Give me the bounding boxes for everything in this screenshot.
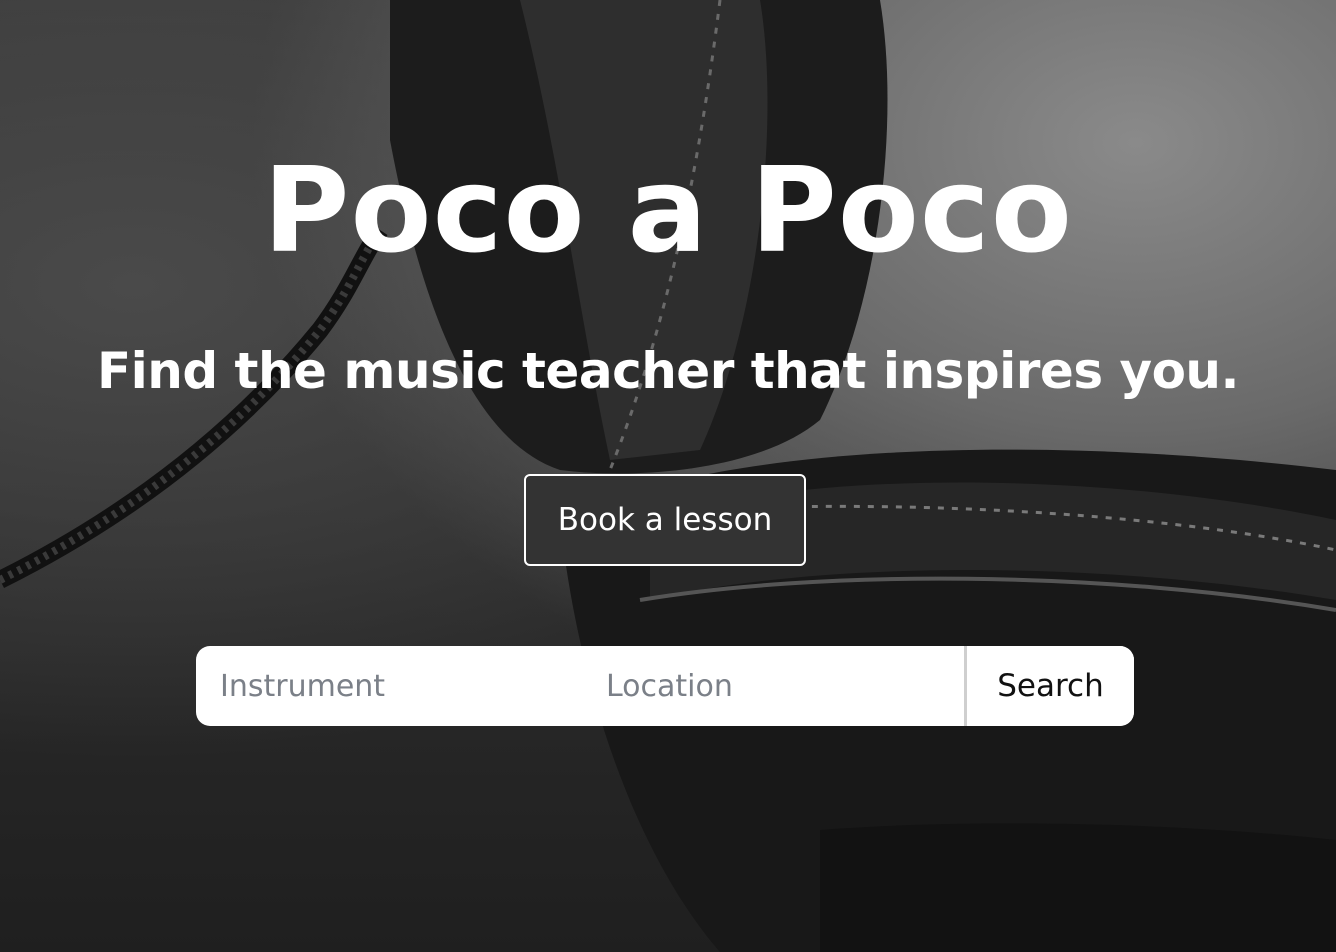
book-lesson-button[interactable]: Book a lesson <box>524 474 806 566</box>
page-title: Poco a Poco <box>263 141 1073 279</box>
search-button[interactable]: Search <box>967 646 1134 726</box>
page-subtitle: Find the music teacher that inspires you… <box>96 342 1240 400</box>
location-input[interactable] <box>582 646 968 726</box>
search-bar: Search <box>196 646 1134 726</box>
instrument-input[interactable] <box>196 646 582 726</box>
